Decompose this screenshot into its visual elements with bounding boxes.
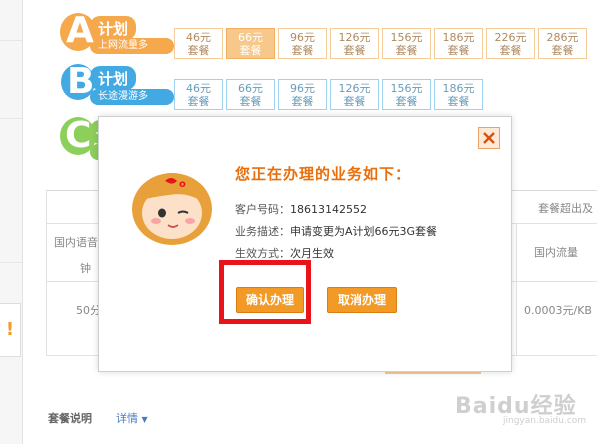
package-price: 66元 <box>238 31 263 44</box>
table-col-voice-cont: 钟 <box>80 262 91 275</box>
watermark-sub: jingyan.baidu.com <box>503 416 587 426</box>
package-unit: 套餐 <box>447 95 470 108</box>
effective-mode-value: 次月生效 <box>290 247 334 260</box>
table-col-data: 国内流量 <box>534 246 578 259</box>
plan-c-letter: C <box>65 115 92 156</box>
plan-a-logo: A 计划 上网流量多 <box>56 10 174 56</box>
package-b-96[interactable]: 96元 套餐 <box>278 79 327 110</box>
package-unit: 套餐 <box>395 95 418 108</box>
business-desc-value: 申请变更为A计划66元3G套餐 <box>290 225 438 238</box>
package-price: 286元 <box>546 31 579 44</box>
details-link-text: 详情 <box>116 412 138 425</box>
package-price: 126元 <box>338 82 371 95</box>
dialog-title: 您正在办理的业务如下： <box>235 165 412 183</box>
package-unit: 套餐 <box>499 44 522 57</box>
warning-tab[interactable]: ! <box>0 303 21 357</box>
caret-down-icon: ▼ <box>141 415 148 424</box>
package-price: 46元 <box>186 31 211 44</box>
package-price: 46元 <box>186 82 211 95</box>
close-icon <box>483 132 495 144</box>
svg-text:o: o <box>179 179 186 190</box>
package-unit: 套餐 <box>291 95 314 108</box>
package-a-226[interactable]: 226元 套餐 <box>486 28 535 59</box>
plan-b-word: 计划 <box>98 70 129 88</box>
mascot-avatar: o <box>132 173 212 245</box>
package-b-46[interactable]: 46元 套餐 <box>174 79 223 110</box>
baidu-watermark: Baidu经验 jingyan.baidu.com <box>455 380 595 430</box>
customer-number-label: 客户号码： <box>235 203 290 216</box>
package-a-96[interactable]: 96元 套餐 <box>278 28 327 59</box>
package-unit: 套餐 <box>551 44 574 57</box>
plan-a-package-list: 46元 套餐 66元 套餐 96元 套餐 126元 套餐 156元 套餐 186元 套餐 2… <box>174 28 590 59</box>
highlight-frame <box>219 260 311 324</box>
package-a-126[interactable]: 126元 套餐 <box>330 28 379 59</box>
package-unit: 套餐 <box>187 95 210 108</box>
plan-b-package-list: 46元 套餐 66元 套餐 96元 套餐 126元 套餐 156元 套餐 186元 套餐 <box>174 79 486 110</box>
package-a-286[interactable]: 286元 套餐 <box>538 28 587 59</box>
package-unit: 套餐 <box>239 44 262 57</box>
package-unit: 套餐 <box>447 44 470 57</box>
package-unit: 套餐 <box>343 95 366 108</box>
package-price: 96元 <box>290 31 315 44</box>
left-sidebar-edge <box>0 0 23 444</box>
cancel-button[interactable]: 取消办理 <box>327 287 397 313</box>
package-a-186[interactable]: 186元 套餐 <box>434 28 483 59</box>
package-price: 96元 <box>290 82 315 95</box>
package-unit: 套餐 <box>187 44 210 57</box>
package-b-126[interactable]: 126元 套餐 <box>330 79 379 110</box>
customer-number-row: 客户号码：18613142552 <box>235 201 367 217</box>
package-price: 186元 <box>442 82 475 95</box>
details-link[interactable]: 详情 ▼ <box>116 410 148 426</box>
confirm-dialog: o 您正在办理的业务如下： 客户号码：18613142552 业务描述：申请变更… <box>98 116 512 372</box>
effective-mode-row: 生效方式：次月生效 <box>235 245 334 261</box>
plan-a-slogan: 上网流量多 <box>98 40 148 51</box>
package-unit: 套餐 <box>239 95 262 108</box>
business-desc-label: 业务描述： <box>235 225 290 238</box>
plan-a-letter: A <box>66 10 94 51</box>
package-price: 186元 <box>442 31 475 44</box>
package-unit: 套餐 <box>343 44 366 57</box>
package-unit: 套餐 <box>291 44 314 57</box>
close-button[interactable] <box>478 127 500 149</box>
table-header-overage: 套餐超出及 <box>538 202 593 215</box>
table-col-voice: 国内语音 <box>54 236 98 249</box>
table-border <box>46 190 47 356</box>
package-unit: 套餐 <box>395 44 418 57</box>
plan-b-logo: B 计划 长途漫游多 <box>56 62 174 108</box>
sidebar-divider <box>0 262 22 263</box>
exclamation-icon: ! <box>5 319 15 340</box>
package-b-186[interactable]: 186元 套餐 <box>434 79 483 110</box>
customer-number-value: 18613142552 <box>290 203 367 216</box>
plan-b-slogan: 长途漫游多 <box>98 91 148 102</box>
package-b-66[interactable]: 66元 套餐 <box>226 79 275 110</box>
package-a-46[interactable]: 46元 套餐 <box>174 28 223 59</box>
sidebar-divider <box>0 118 22 119</box>
package-price: 126元 <box>338 31 371 44</box>
package-price: 226元 <box>494 31 527 44</box>
plan-a-word: 计划 <box>98 20 129 38</box>
package-info-label: 套餐说明 <box>48 412 92 425</box>
plan-b-letter: B <box>67 61 95 102</box>
table-border <box>516 223 517 355</box>
package-price: 66元 <box>238 82 263 95</box>
package-price: 156元 <box>390 82 423 95</box>
package-a-156[interactable]: 156元 套餐 <box>382 28 431 59</box>
sidebar-divider <box>0 40 22 41</box>
package-price: 156元 <box>390 31 423 44</box>
package-b-156[interactable]: 156元 套餐 <box>382 79 431 110</box>
business-desc-row: 业务描述：申请变更为A计划66元3G套餐 <box>235 223 437 239</box>
effective-mode-label: 生效方式： <box>235 247 290 260</box>
package-a-66-selected[interactable]: 66元 套餐 <box>226 28 275 59</box>
table-cell-data-rate: 0.0003元/KB <box>524 304 592 317</box>
